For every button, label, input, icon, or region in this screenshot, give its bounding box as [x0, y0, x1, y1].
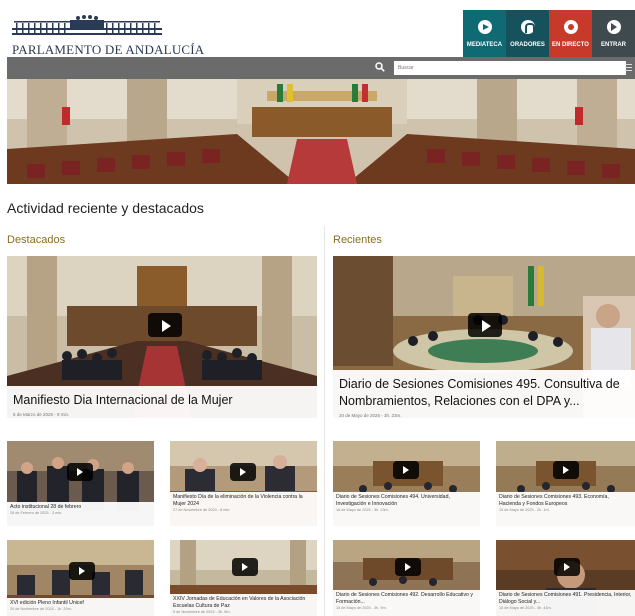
video-title: XVI edición Pleno Infantil Unicef — [10, 600, 84, 606]
column-divider — [324, 226, 325, 616]
chamber-hero-image — [7, 79, 635, 184]
recent-featured-video-card[interactable]: Diario de Sesiones Comisiones 495. Consu… — [333, 256, 635, 418]
video-caption: Diario de Sesiones Comisiones 492. Desar… — [333, 590, 480, 616]
video-caption: Manifiesto Día de la eliminación de la V… — [170, 492, 317, 526]
video-title: XXIV Jornadas de Educación en Valores de… — [173, 596, 306, 609]
video-caption: Manifiesto Dia Internacional de la Mujer… — [7, 386, 317, 418]
video-title: Diario de Sesiones Comisiones 494. Unive… — [336, 494, 450, 507]
play-button-icon[interactable] — [468, 313, 502, 337]
video-meta: 28 de Febrero de 2025 - 3 min. — [10, 511, 63, 515]
video-card[interactable]: Diario de Sesiones Comisiones 494. Unive… — [333, 441, 480, 526]
live-icon — [563, 20, 578, 34]
video-caption: Diario de Sesiones Comisiones 495. Consu… — [333, 370, 635, 418]
search-icon[interactable] — [375, 62, 385, 72]
menu-icon[interactable] — [625, 64, 632, 71]
play-button-icon[interactable] — [67, 463, 93, 481]
recientes-heading: Recientes — [333, 234, 382, 246]
video-caption: XXIV Jornadas de Educación en Valores de… — [170, 594, 317, 616]
play-button-icon[interactable] — [393, 461, 419, 479]
nav-mediateca-label: MEDIATECA — [466, 42, 503, 48]
video-title: Acto institucional 28 de febrero — [10, 504, 82, 510]
video-caption: Diario de Sesiones Comisiones 493. Econo… — [496, 492, 635, 526]
play-button-icon[interactable] — [553, 461, 579, 479]
video-caption: Diario de Sesiones Comisiones 494. Unive… — [333, 492, 480, 526]
video-meta: 16 de Mayo de 2025 - 3h. 23m. — [336, 508, 389, 512]
play-button-icon[interactable] — [69, 562, 95, 580]
video-title: Manifiesto Día de la eliminación de la V… — [173, 494, 303, 507]
nav-oradores-button[interactable]: ORADORES — [506, 10, 549, 57]
video-meta: 9 de Noviembre de 2024 - 3h. 5m. — [173, 610, 231, 614]
video-meta: 15 de Mayo de 2025 - 4h. 41m. — [499, 606, 552, 610]
play-button-icon[interactable] — [148, 313, 182, 337]
play-button-icon[interactable] — [230, 463, 256, 481]
nav-oradores-label: ORADORES — [510, 42, 545, 48]
site-header: PARLAMENTO DE ANDALUCÍA MEDIATECA ORADOR… — [0, 0, 635, 57]
destacados-heading: Destacados — [7, 234, 66, 246]
play-button-icon[interactable] — [395, 558, 421, 576]
user-icon — [520, 20, 535, 34]
video-meta: 20 de Mayo de 2025 - 3h. 23m. — [339, 413, 402, 418]
video-caption: Acto institucional 28 de febrero 28 de F… — [7, 502, 154, 526]
play-button-icon[interactable] — [232, 558, 258, 576]
video-caption: Diario de Sesiones Comisiones 491. Presi… — [496, 590, 635, 616]
parliament-logo[interactable]: PARLAMENTO DE ANDALUCÍA — [8, 10, 204, 57]
play-button-icon[interactable] — [554, 558, 580, 576]
video-meta: 20 de Noviembre de 2024 - 1h. 20m. — [10, 607, 72, 611]
video-meta: 5 de Marzo de 2025 - 9 min. — [13, 412, 70, 417]
nav-mediateca-button[interactable]: MEDIATECA — [463, 10, 506, 57]
section-title: Actividad reciente y destacados — [7, 200, 204, 216]
logo-text: PARLAMENTO DE ANDALUCÍA — [12, 42, 205, 57]
nav-entrar-button[interactable]: ENTRAR — [592, 10, 635, 57]
video-meta: 15 de Mayo de 2025 - 2h. 1m. — [499, 508, 550, 512]
video-title: Diario de Sesiones Comisiones 492. Desar… — [336, 592, 473, 605]
building-icon — [12, 15, 162, 35]
video-title: Diario de Sesiones Comisiones 493. Econo… — [499, 494, 609, 507]
video-card[interactable]: Acto institucional 28 de febrero 28 de F… — [7, 441, 154, 526]
video-card[interactable]: Diario de Sesiones Comisiones 493. Econo… — [496, 441, 635, 526]
nav-en-directo-label: EN DIRECTO — [552, 42, 589, 48]
play-icon — [477, 20, 492, 34]
video-card[interactable]: Diario de Sesiones Comisiones 491. Presi… — [496, 540, 635, 616]
featured-video-card[interactable]: Manifiesto Dia Internacional de la Mujer… — [7, 256, 317, 418]
video-card[interactable]: XXIV Jornadas de Educación en Valores de… — [170, 540, 317, 616]
video-card[interactable]: Diario de Sesiones Comisiones 492. Desar… — [333, 540, 480, 616]
top-navigation: MEDIATECA ORADORES EN DIRECTO ENTRAR — [463, 10, 635, 57]
video-caption: XVI edición Pleno Infantil Unicef 20 de … — [7, 598, 154, 616]
video-title: Diario de Sesiones Comisiones 495. Consu… — [339, 377, 620, 408]
nav-entrar-label: ENTRAR — [601, 42, 626, 48]
video-meta: 27 de Noviembre de 2024 - 6 min. — [173, 508, 231, 512]
search-bar — [7, 57, 635, 79]
video-card[interactable]: XVI edición Pleno Infantil Unicef 20 de … — [7, 540, 154, 616]
enter-icon — [606, 20, 621, 34]
nav-en-directo-button[interactable]: EN DIRECTO — [549, 10, 592, 57]
video-title: Manifiesto Dia Internacional de la Mujer — [13, 393, 233, 407]
video-card[interactable]: Manifiesto Día de la eliminación de la V… — [170, 441, 317, 526]
search-input[interactable] — [394, 61, 626, 75]
video-meta: 15 de Mayo de 2025 - 3h. 9m. — [336, 606, 387, 610]
video-title: Diario de Sesiones Comisiones 491. Presi… — [499, 592, 632, 605]
